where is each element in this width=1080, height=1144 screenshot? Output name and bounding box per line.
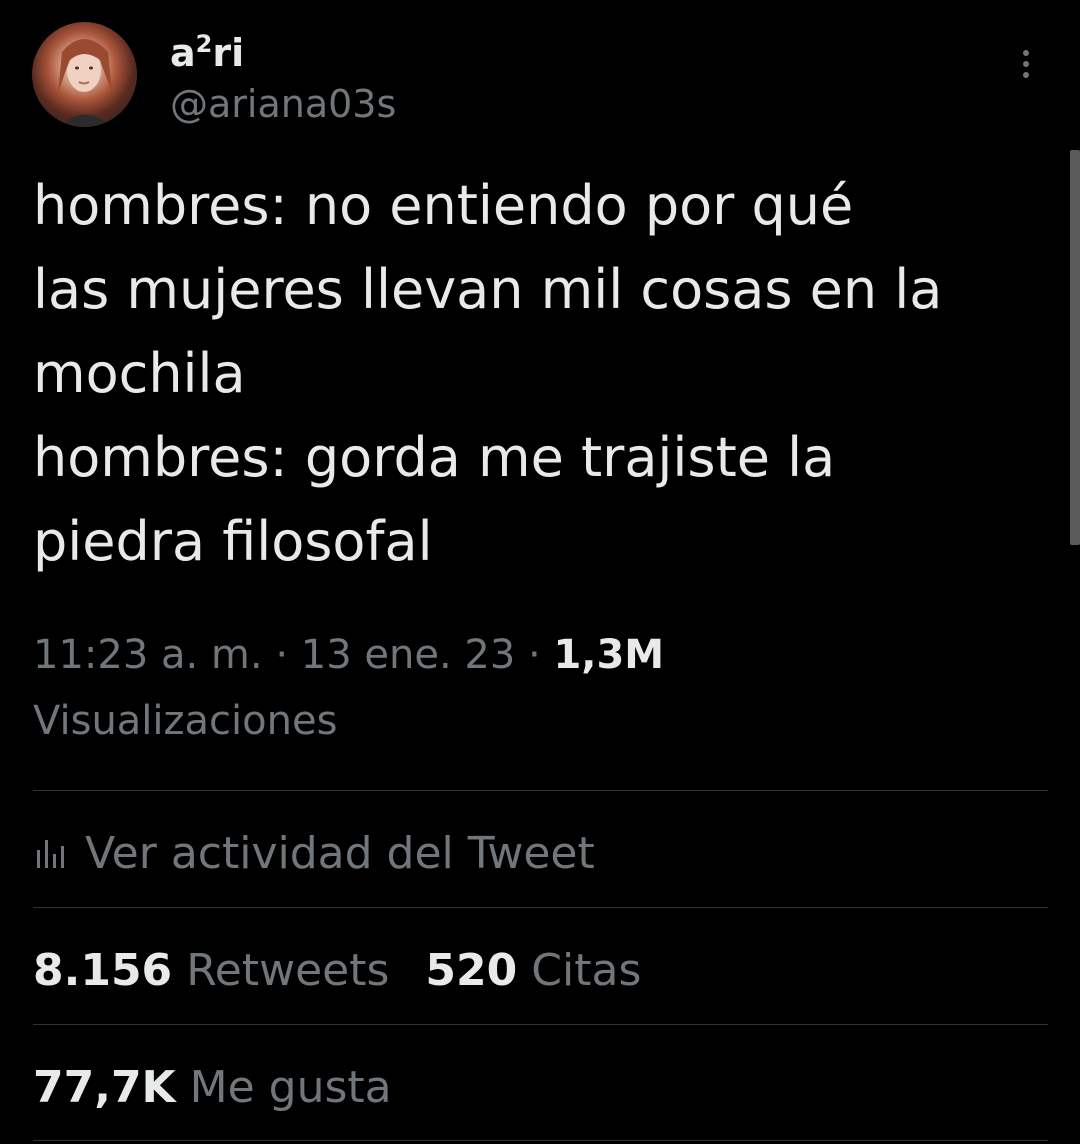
display-name[interactable]: a2ri	[170, 20, 244, 77]
scrollbar[interactable]	[1070, 150, 1080, 545]
avatar[interactable]	[32, 22, 137, 127]
likes-label: Me gusta	[189, 1061, 392, 1113]
likes-count: 77,7K	[33, 1061, 176, 1113]
tweet-meta: 11:23 a. m. · 13 ene. 23 · 1,3M Visualiz…	[33, 622, 1033, 754]
retweets-stat[interactable]: 8.156 Retweets	[33, 945, 389, 996]
divider	[33, 1024, 1048, 1025]
likes-stats: 77,7K Me gusta	[33, 1057, 428, 1117]
view-tweet-activity-link[interactable]: Ver actividad del Tweet	[33, 822, 595, 884]
quotes-label: Citas	[531, 944, 642, 996]
retweets-label: Retweets	[186, 944, 390, 996]
tweet-date[interactable]: 13 ene. 23	[301, 632, 516, 678]
likes-stat[interactable]: 77,7K Me gusta	[33, 1062, 392, 1113]
analytics-bars-icon	[37, 840, 64, 868]
retweet-quote-stats: 8.156 Retweets 520 Citas	[33, 940, 677, 1000]
display-name-base: a	[170, 31, 196, 75]
meta-separator: ·	[528, 632, 541, 678]
display-name-rest: ri	[212, 31, 245, 75]
more-vertical-icon-dot	[1023, 61, 1029, 67]
profile-photo-icon	[58, 39, 112, 127]
quotes-count: 520	[425, 944, 518, 996]
divider	[33, 790, 1048, 791]
views-count: 1,3M	[553, 632, 665, 678]
more-vertical-icon-dot	[1023, 72, 1029, 78]
tweet-text: hombres: no entiendo por qué las mujeres…	[33, 174, 943, 573]
divider	[33, 1140, 1048, 1141]
more-vertical-icon-dot	[1023, 50, 1029, 56]
meta-separator: ·	[275, 632, 289, 678]
view-tweet-activity-label: Ver actividad del Tweet	[85, 827, 595, 879]
retweets-count: 8.156	[33, 944, 173, 996]
quotes-stat[interactable]: 520 Citas	[425, 945, 641, 996]
views-label: Visualizaciones	[33, 698, 338, 744]
user-handle[interactable]: @ariana03s	[170, 80, 396, 128]
display-name-superscript: 2	[195, 30, 213, 58]
divider	[33, 907, 1048, 908]
tweet-time[interactable]: 11:23 a. m.	[33, 632, 263, 678]
more-options-button[interactable]	[1008, 46, 1044, 82]
